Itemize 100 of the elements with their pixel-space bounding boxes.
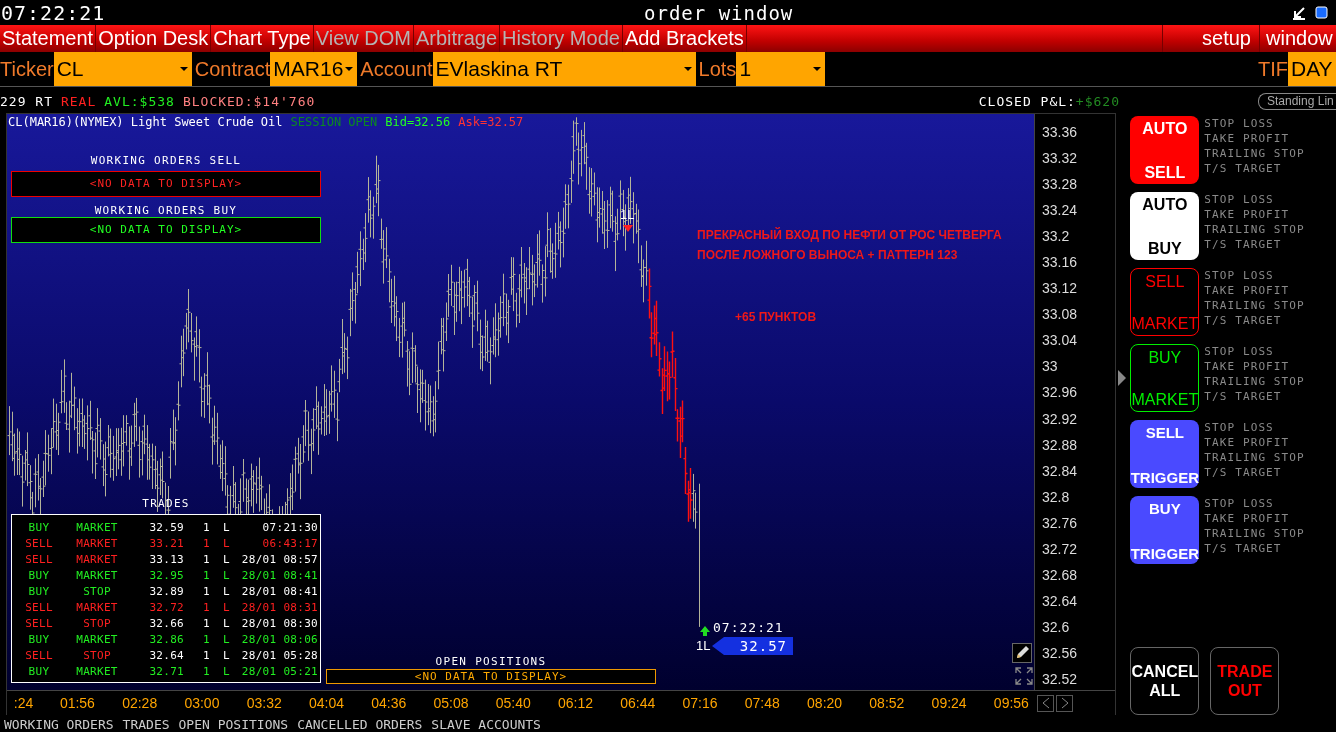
- bracket-option[interactable]: TAKE PROFIT: [1204, 131, 1305, 146]
- axis-label: 03:32: [245, 695, 283, 711]
- bracket-option[interactable]: STOP LOSS: [1204, 268, 1305, 283]
- table-cell-text: 1: [202, 600, 210, 614]
- bracket-option[interactable]: TAKE PROFIT: [1204, 207, 1305, 222]
- field-label: Contract: [194, 57, 271, 81]
- order-button[interactable]: SELL TRIGGER: [1130, 420, 1200, 488]
- caret-icon: [813, 67, 822, 71]
- axis-label: 05:40: [494, 695, 532, 711]
- axis-label: 32.68: [1041, 565, 1079, 585]
- bottom-tab[interactable]: SLAVE ACCOUNTS: [431, 716, 541, 732]
- table-cell-text: 32.72: [148, 600, 184, 614]
- table-cell-text: L: [222, 632, 230, 646]
- table-cell-text: MARKET: [75, 552, 119, 566]
- bracket-option[interactable]: T/S TARGET: [1204, 541, 1305, 556]
- last-price-badge: 32.57: [712, 637, 793, 655]
- bracket-option[interactable]: T/S TARGET: [1204, 465, 1305, 480]
- table-cell-text: 28/01 08:41: [240, 584, 319, 598]
- axis-label: 02:28: [121, 695, 159, 711]
- bracket-option[interactable]: T/S TARGET: [1204, 161, 1305, 176]
- account-info: AVL:$538: [104, 93, 175, 109]
- bracket-option[interactable]: T/S TARGET: [1204, 237, 1305, 252]
- table-cell-text: 32.89: [148, 584, 184, 598]
- table-cell-text: SELL: [24, 616, 54, 630]
- axis-label: 33.12: [1041, 279, 1079, 299]
- order-button[interactable]: SELL MARKET: [1130, 268, 1200, 336]
- menu-item[interactable]: window: [1260, 25, 1336, 52]
- bracket-option[interactable]: TRAILING STOP: [1204, 298, 1305, 313]
- action-button[interactable]: CANCEL ALL: [1130, 647, 1200, 715]
- table-cell-text: 28/01 08:06: [240, 632, 319, 646]
- table-cell-text: 28/01 05:28: [240, 648, 319, 662]
- dropdown-field[interactable]: CL: [53, 52, 192, 86]
- axis-label: 33.08: [1041, 305, 1079, 325]
- standing-button[interactable]: Standing Lin: [1258, 92, 1336, 110]
- session-status: SESSION OPEN: [290, 115, 378, 129]
- bottom-tab[interactable]: CANCELLED ORDERS: [297, 716, 423, 732]
- table-cell-text: 28/01 08:57: [240, 552, 319, 566]
- axis-label: 09:24: [930, 695, 968, 711]
- axis-label: 32.92: [1041, 409, 1079, 429]
- scroll-left-button[interactable]: [1037, 694, 1054, 712]
- scroll-right-button[interactable]: [1056, 694, 1073, 712]
- bottom-tab[interactable]: WORKING ORDERS: [4, 716, 114, 732]
- dropdown-field[interactable]: DAY: [1288, 52, 1336, 86]
- table-cell-text: 07:21:30: [261, 520, 319, 534]
- panel-title: WORKING ORDERS SELL: [89, 154, 243, 167]
- bracket-option[interactable]: T/S TARGET: [1204, 389, 1305, 404]
- table-cell-text: L: [222, 536, 230, 550]
- axis-label: 03:00: [183, 695, 221, 711]
- field-label: TIF: [1258, 57, 1288, 81]
- table-cell-text: L: [222, 648, 230, 662]
- table-cell-text: STOP: [82, 648, 112, 662]
- table-cell-text: BUY: [27, 584, 51, 598]
- account-info: BLOCKED:$14'760: [182, 93, 316, 109]
- dropdown-field[interactable]: 1: [736, 52, 826, 86]
- order-button[interactable]: BUY TRIGGER: [1130, 496, 1200, 564]
- minimize-icon: [1292, 5, 1306, 20]
- axis-label: 33.32: [1041, 149, 1079, 169]
- bracket-option[interactable]: TRAILING STOP: [1204, 374, 1305, 389]
- axis-label: 08:52: [868, 695, 906, 711]
- bracket-option[interactable]: TRAILING STOP: [1204, 526, 1305, 541]
- chevron-left-icon[interactable]: [1041, 697, 1050, 709]
- order-button[interactable]: AUTO SELL: [1130, 116, 1200, 184]
- bracket-option[interactable]: STOP LOSS: [1204, 344, 1305, 359]
- bracket-option[interactable]: TAKE PROFIT: [1204, 359, 1305, 374]
- bracket-option[interactable]: TAKE PROFIT: [1204, 283, 1305, 298]
- pencil-icon[interactable]: [1012, 643, 1032, 663]
- trade-marker: 1L: [696, 638, 711, 653]
- table-cell-text: 33.13: [148, 552, 184, 566]
- bracket-option[interactable]: TRAILING STOP: [1204, 222, 1305, 237]
- bracket-option[interactable]: STOP LOSS: [1204, 496, 1305, 511]
- empty-message: <NO DATA TO DISPLAY>: [11, 171, 321, 197]
- table-cell-text: L: [222, 584, 230, 598]
- table-cell-text: MARKET: [75, 600, 119, 614]
- bracket-option[interactable]: TRAILING STOP: [1204, 146, 1305, 161]
- bottom-tab[interactable]: OPEN POSITIONS: [178, 716, 289, 732]
- order-button[interactable]: AUTO BUY: [1130, 192, 1200, 260]
- bracket-option[interactable]: T/S TARGET: [1204, 313, 1305, 328]
- dropdown-field[interactable]: MAR16: [270, 52, 358, 86]
- axis-label: 06:44: [619, 695, 657, 711]
- bottom-tab[interactable]: TRADES: [122, 716, 170, 732]
- bracket-option[interactable]: STOP LOSS: [1204, 192, 1305, 207]
- bracket-option[interactable]: STOP LOSS: [1204, 116, 1305, 131]
- chevron-right-icon[interactable]: [1060, 697, 1069, 709]
- bracket-option[interactable]: TAKE PROFIT: [1204, 511, 1305, 526]
- instrument-name: CL(MAR16)(NYMEX) Light Sweet Crude Oil: [8, 115, 283, 129]
- table-cell-text: 33.21: [148, 536, 184, 550]
- bracket-option[interactable]: TRAILING STOP: [1204, 450, 1305, 465]
- action-button[interactable]: TRADE OUT: [1210, 647, 1280, 715]
- bracket-option[interactable]: STOP LOSS: [1204, 420, 1305, 435]
- bracket-option[interactable]: TAKE PROFIT: [1204, 435, 1305, 450]
- order-button[interactable]: BUY MARKET: [1130, 344, 1200, 412]
- table-cell-text: L: [222, 520, 230, 534]
- dropdown-field[interactable]: EVlaskina RT: [432, 52, 696, 86]
- axis-label: 07:16: [681, 695, 719, 711]
- axis-label: 01:56: [58, 695, 96, 711]
- table-cell-text: 28/01 08:30: [240, 616, 319, 630]
- axis-label: 32.88: [1041, 435, 1079, 455]
- menu-item[interactable]: setup: [1163, 25, 1260, 52]
- axis-label: 32.64: [1041, 591, 1079, 611]
- down-arrow-icon: [623, 225, 633, 232]
